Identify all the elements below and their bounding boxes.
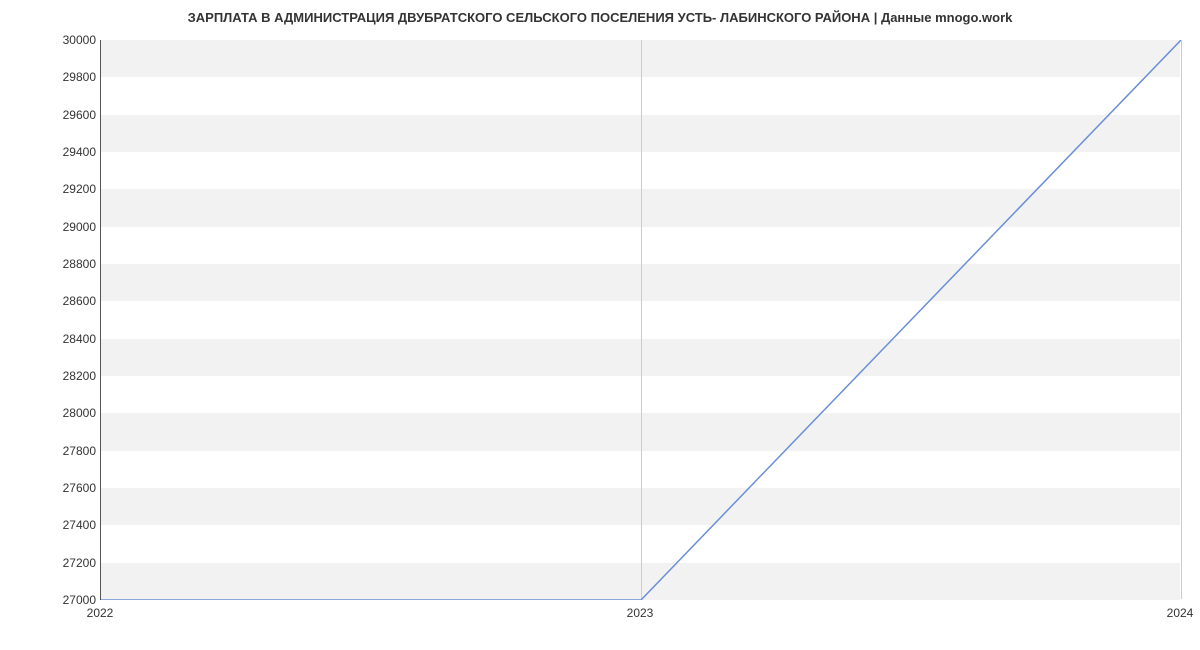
y-tick-label: 29600 (63, 108, 96, 122)
y-tick-label: 28400 (63, 332, 96, 346)
y-tick-label: 29200 (63, 182, 96, 196)
chart-title: ЗАРПЛАТА В АДМИНИСТРАЦИЯ ДВУБРАТСКОГО СЕ… (0, 10, 1200, 25)
chart-container: ЗАРПЛАТА В АДМИНИСТРАЦИЯ ДВУБРАТСКОГО СЕ… (0, 0, 1200, 650)
y-tick-label: 28000 (63, 406, 96, 420)
y-tick-label: 30000 (63, 33, 96, 47)
x-grid-line (641, 40, 642, 599)
y-tick-label: 29000 (63, 220, 96, 234)
x-tick-label: 2023 (627, 606, 654, 620)
y-tick-label: 27600 (63, 481, 96, 495)
y-tick-label: 27800 (63, 444, 96, 458)
x-grid-line (1181, 40, 1182, 599)
plot-area (100, 40, 1180, 600)
y-tick-label: 29400 (63, 145, 96, 159)
y-tick-label: 28800 (63, 257, 96, 271)
x-tick-label: 2022 (87, 606, 114, 620)
x-tick-label: 2024 (1167, 606, 1194, 620)
y-tick-label: 27000 (63, 593, 96, 607)
y-tick-label: 27200 (63, 556, 96, 570)
y-tick-label: 27400 (63, 518, 96, 532)
y-tick-label: 29800 (63, 70, 96, 84)
y-tick-label: 28600 (63, 294, 96, 308)
y-tick-label: 28200 (63, 369, 96, 383)
